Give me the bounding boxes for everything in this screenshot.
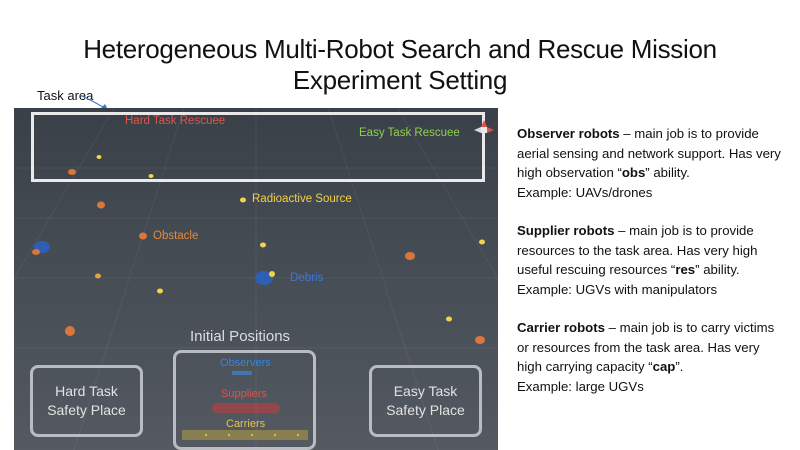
carrier-keyword: cap (652, 359, 676, 374)
obstacle-marker (139, 232, 147, 240)
carrier-heading: Carrier robots (517, 320, 605, 335)
observers-label: Observers (220, 357, 271, 369)
obstacle-marker (65, 326, 75, 336)
radioactive-marker (240, 197, 246, 203)
radioactive-marker (446, 316, 452, 322)
supplier-text-after: ” ability. (695, 262, 740, 277)
carrier-example: Example: large UGVs (517, 378, 644, 394)
radioactive-marker (157, 288, 163, 294)
carrier-description: Carrier robots – main job is to carry vi… (517, 318, 787, 396)
debris-label: Debris (290, 272, 324, 284)
title-line-1: Heterogeneous Multi-Robot Search and Res… (83, 34, 717, 64)
radioactive-marker (260, 242, 266, 248)
hard-task-safety-place: Hard Task Safety Place (30, 365, 143, 437)
radioactive-source-label: Radioactive Source (252, 193, 352, 205)
task-area-label: Task area (37, 88, 94, 103)
supplier-example: Example: UGVs with manipulators (517, 281, 718, 297)
suppliers-label: Suppliers (221, 388, 267, 400)
carrier-text-after: ”. (675, 359, 684, 374)
initial-positions-label: Initial Positions (190, 328, 291, 345)
debris-marker (255, 271, 275, 285)
task-area-box (31, 112, 485, 182)
easy-rescuee-label: Easy Task Rescuee (359, 127, 460, 139)
observers-start-strip (232, 371, 252, 375)
easy-safety-line-2: Safety Place (386, 402, 465, 418)
simulation-view[interactable]: Hard Task Rescuee Easy Task Rescuee Radi… (14, 108, 498, 450)
supplier-keyword: res (675, 262, 696, 277)
hard-safety-line-1: Hard Task (55, 383, 118, 399)
radioactive-marker (95, 273, 101, 279)
supplier-heading: Supplier robots (517, 223, 615, 238)
obstacle-marker (405, 252, 415, 260)
hard-safety-line-2: Safety Place (47, 402, 126, 418)
observer-text-after: ” ability. (645, 165, 690, 180)
observer-example: Example: UAVs/drones (517, 184, 653, 200)
observer-heading: Observer robots (517, 126, 620, 141)
easy-safety-line-1: Easy Task (393, 383, 458, 399)
easy-task-safety-place: Easy Task Safety Place (369, 365, 482, 437)
carriers-label: Carriers (226, 418, 266, 430)
robot-descriptions: Observer robots – main job is to provide… (517, 124, 787, 415)
supplier-description: Supplier robots – main job is to provide… (517, 221, 787, 299)
observer-keyword: obs (621, 165, 646, 180)
obstacle-marker (97, 201, 105, 209)
carriers-start-strip (182, 430, 308, 440)
obstacle-label: Obstacle (153, 230, 199, 242)
radioactive-marker (479, 239, 485, 245)
obstacle-marker (475, 336, 485, 344)
observer-description: Observer robots – main job is to provide… (517, 124, 787, 202)
suppliers-start-strip (212, 403, 280, 413)
hard-rescuee-label: Hard Task Rescuee (125, 115, 226, 127)
slide-title: Heterogeneous Multi-Robot Search and Res… (0, 34, 800, 96)
title-line-2: Experiment Setting (292, 65, 508, 95)
scene-orientation-gizmo-icon[interactable] (472, 118, 496, 148)
